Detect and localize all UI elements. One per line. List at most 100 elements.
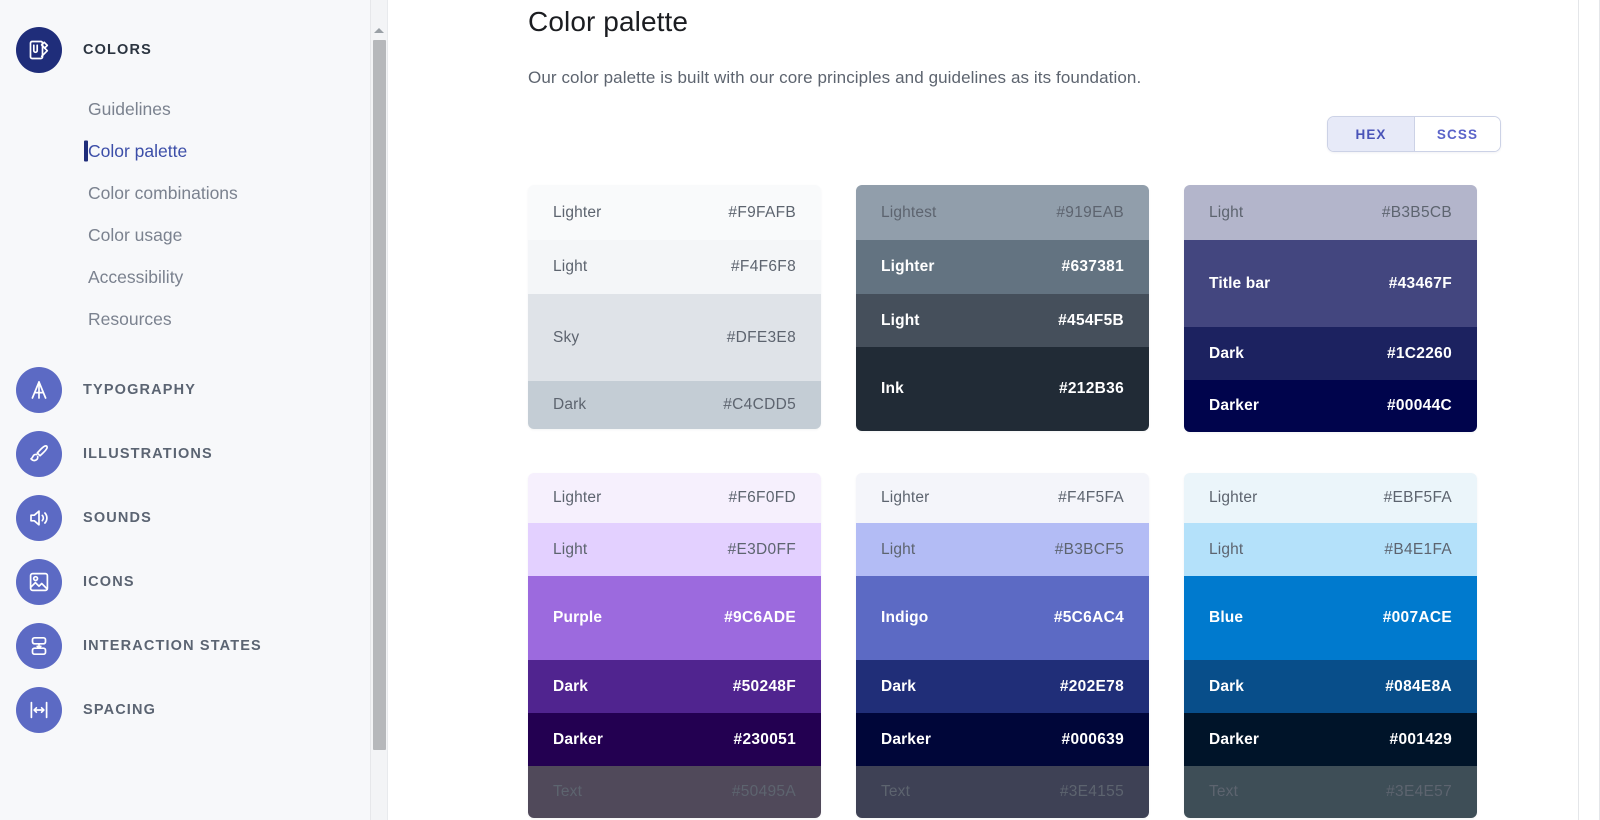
sidebar-item-color-palette[interactable]: Color palette — [0, 130, 370, 172]
swatch-row[interactable]: Title bar #43467F — [1184, 240, 1477, 327]
sidebar-group-spacing: SPACING — [0, 678, 370, 742]
swatch-name: Dark — [1209, 677, 1245, 695]
format-toggle-row: HEX SCSS — [528, 116, 1599, 152]
swatch-name: Light — [1209, 203, 1244, 221]
swatch-name: Darker — [1209, 397, 1260, 414]
sidebar-group-label: COLORS — [83, 42, 152, 58]
sidebar-group-label: SOUNDS — [83, 510, 152, 526]
sidebar: COLORS Guidelines Color palette Color combi… — [0, 0, 388, 820]
sidebar-item-label: Accessibility — [88, 266, 184, 287]
page-description: Our color palette is built with our core… — [528, 68, 1142, 87]
image-icon — [16, 559, 62, 605]
sidebar-group-interaction-states: INTERACTION STATES — [0, 614, 370, 678]
swatch-hex-value: #43467F — [1388, 274, 1452, 292]
sidebar-item-color-combinations[interactable]: Color combinations — [0, 172, 370, 214]
swatch-row[interactable]: Indigo #5C6AC4 — [856, 576, 1149, 660]
swatch-hex-value: #EBF5FA — [1383, 489, 1452, 506]
paintbrush-icon — [16, 431, 62, 477]
sidebar-nav: COLORS Guidelines Color palette Color combi… — [0, 0, 370, 820]
swatch-row[interactable]: Light #B3BCF5 — [856, 523, 1149, 576]
swatch-hex-value: #5C6AC4 — [1053, 609, 1124, 626]
swatch-row[interactable]: Darker #00044C — [1184, 380, 1477, 432]
swatch-row[interactable]: Darker #001429 — [1184, 713, 1477, 766]
swatch-name: Darker — [1209, 730, 1260, 748]
swatch-row[interactable]: Text #3E4155 — [856, 766, 1149, 818]
swatch-hex-value: #50495A — [731, 783, 796, 800]
swatch-name: Lighter — [1209, 489, 1258, 506]
swatch-row[interactable]: Light #F4F6F8 — [528, 240, 821, 294]
format-toggle-hex[interactable]: HEX — [1328, 117, 1414, 151]
sidebar-group-typography: TYPOGRAPHY — [0, 358, 370, 422]
sidebar-item-spacing[interactable]: SPACING — [0, 678, 370, 742]
swatch-row[interactable]: Ink #212B36 — [856, 347, 1149, 431]
swatch-row[interactable]: Dark #084E8A — [1184, 660, 1477, 713]
swatch-name: Dark — [1209, 344, 1245, 362]
swatch-row[interactable]: Light #454F5B — [856, 294, 1149, 347]
swatch-row[interactable]: Lightest #919EAB — [856, 185, 1149, 240]
swatch-name: Dark — [881, 677, 917, 695]
swatch-name: Text — [553, 783, 583, 800]
sidebar-group-label: INTERACTION STATES — [83, 638, 262, 654]
swatch-hex-value: #F4F5FA — [1058, 489, 1124, 506]
swatch-hex-value: #202E78 — [1059, 677, 1124, 695]
sidebar-item-label: Resources — [88, 308, 172, 329]
swatch-row[interactable]: Dark #1C2260 — [1184, 327, 1477, 380]
swatch-row[interactable]: Lighter #637381 — [856, 240, 1149, 294]
typography-a-icon — [16, 367, 62, 413]
swatch-name: Lightest — [881, 203, 937, 221]
swatch-hex-value: #C4CDD5 — [723, 396, 796, 413]
swatch-name: Purple — [553, 609, 603, 626]
sidebar-item-label: Color usage — [88, 224, 183, 245]
sidebar-item-accessibility[interactable]: Accessibility — [0, 256, 370, 298]
swatch-row[interactable]: Sky #DFE3E8 — [528, 294, 821, 381]
swatch-row[interactable]: Lighter #F6F0FD — [528, 473, 821, 523]
page-scrollbar[interactable] — [1578, 0, 1599, 820]
spacing-arrows-icon — [16, 687, 62, 733]
swatch-row[interactable]: Light #B4E1FA — [1184, 523, 1477, 576]
swatch-hex-value: #DFE3E8 — [726, 328, 796, 346]
swatch-row[interactable]: Dark #202E78 — [856, 660, 1149, 713]
swatch-hex-value: #007ACE — [1382, 609, 1452, 626]
sidebar-group-label: ICONS — [83, 574, 135, 590]
sidebar-item-typography[interactable]: TYPOGRAPHY — [0, 358, 370, 422]
swatch-row[interactable]: Text #50495A — [528, 766, 821, 818]
format-toggle-scss[interactable]: SCSS — [1414, 117, 1500, 151]
swatch-row[interactable]: Light #B3B5CB — [1184, 185, 1477, 240]
swatch-name: Lighter — [553, 203, 602, 221]
swatch-row[interactable]: Lighter #EBF5FA — [1184, 473, 1477, 523]
swatch-name: Dark — [553, 396, 587, 413]
sidebar-item-label: Color combinations — [88, 182, 238, 203]
sidebar-item-illustrations[interactable]: ILLUSTRATIONS — [0, 422, 370, 486]
swatch-row[interactable]: Darker #000639 — [856, 713, 1149, 766]
sidebar-item-guidelines[interactable]: Guidelines — [0, 88, 370, 130]
sidebar-item-colors[interactable]: COLORS — [0, 18, 370, 82]
swatch-row[interactable]: Purple #9C6ADE — [528, 576, 821, 660]
swatch-hex-value: #084E8A — [1385, 677, 1452, 695]
swatch-row[interactable]: Lighter #F9FAFB — [528, 185, 821, 240]
swatch-name: Blue — [1209, 609, 1244, 626]
swatch-name: Light — [881, 311, 920, 329]
scroll-up-arrow-icon[interactable] — [371, 22, 387, 39]
swatch-name: Light — [553, 258, 588, 275]
format-toggle[interactable]: HEX SCSS — [1327, 116, 1501, 152]
sidebar-item-interaction-states[interactable]: INTERACTION STATES — [0, 614, 370, 678]
sidebar-item-color-usage[interactable]: Color usage — [0, 214, 370, 256]
swatch-row[interactable]: Blue #007ACE — [1184, 576, 1477, 660]
swatch-hex-value: #919EAB — [1056, 203, 1124, 221]
sidebar-item-icons[interactable]: ICONS — [0, 550, 370, 614]
speaker-icon — [16, 495, 62, 541]
swatch-name: Sky — [553, 328, 580, 346]
sidebar-item-resources[interactable]: Resources — [0, 298, 370, 340]
swatch-row[interactable]: Darker #230051 — [528, 713, 821, 766]
swatch-hex-value: #3E4E57 — [1386, 783, 1452, 800]
sidebar-scrollbar[interactable] — [370, 0, 387, 820]
sidebar-item-sounds[interactable]: SOUNDS — [0, 486, 370, 550]
swatch-row[interactable]: Text #3E4E57 — [1184, 766, 1477, 818]
swatch-row[interactable]: Dark #C4CDD5 — [528, 381, 821, 429]
swatch-row[interactable]: Dark #50248F — [528, 660, 821, 713]
swatch-row[interactable]: Lighter #F4F5FA — [856, 473, 1149, 523]
main-content: Color palette Our color palette is built… — [388, 0, 1600, 820]
swatch-hex-value: #B3BCF5 — [1054, 540, 1124, 558]
swatch-row[interactable]: Light #E3D0FF — [528, 523, 821, 576]
sidebar-scrollbar-thumb[interactable] — [373, 40, 386, 750]
